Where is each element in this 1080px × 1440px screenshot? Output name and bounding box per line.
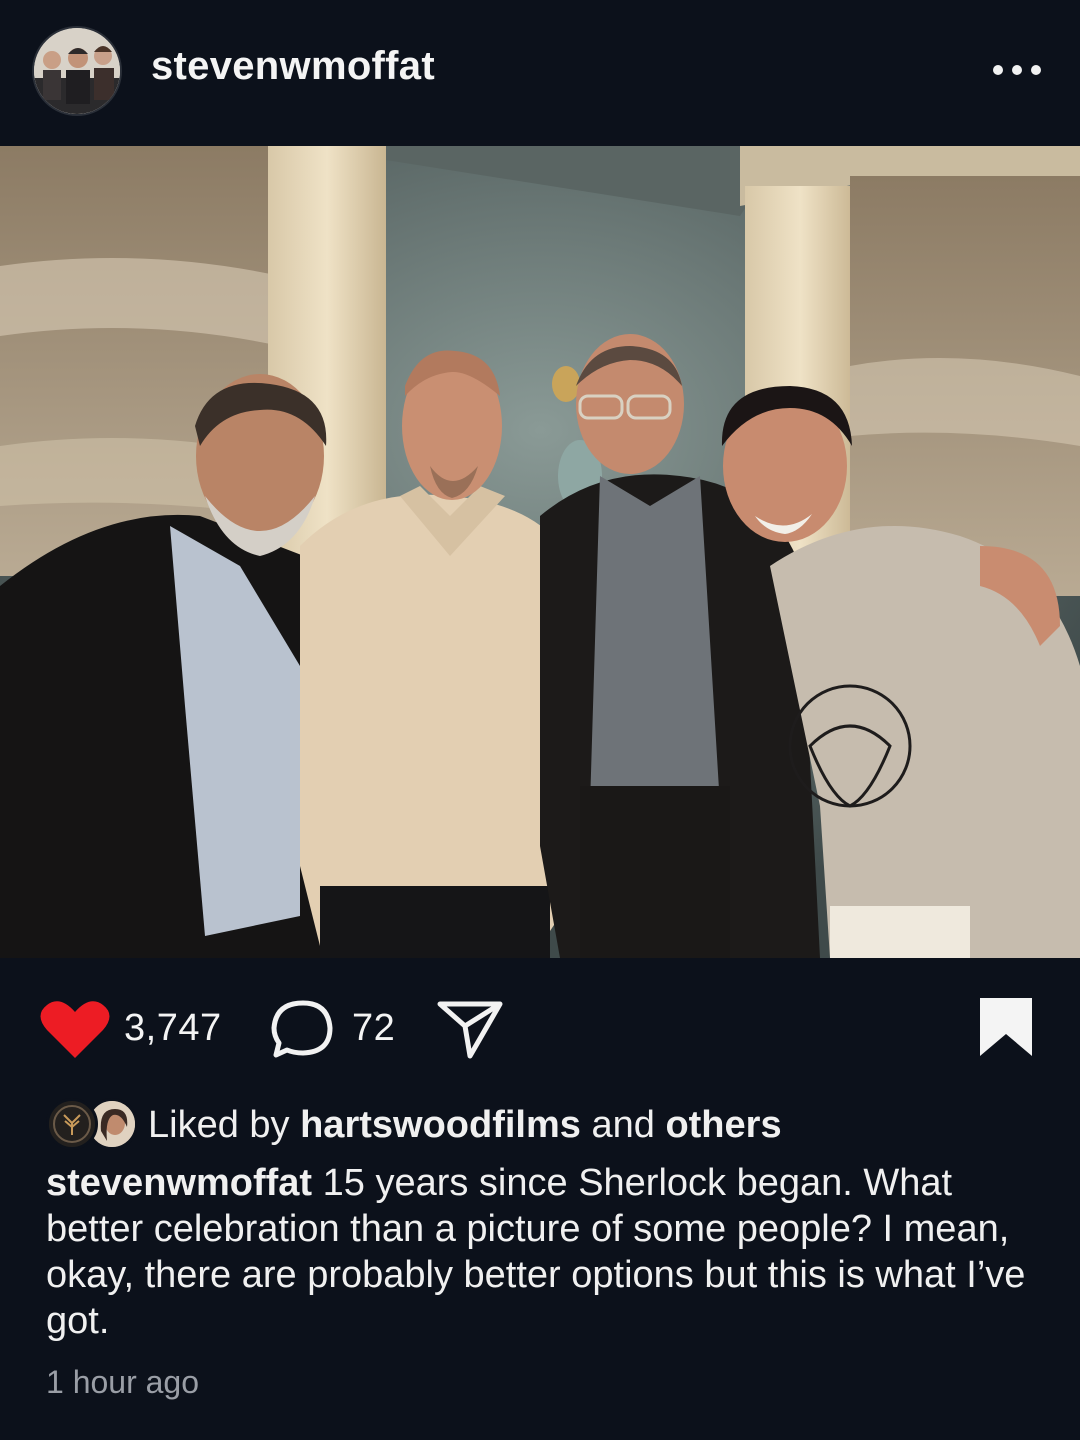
photo-image bbox=[0, 146, 1080, 958]
bookmark-icon[interactable] bbox=[978, 996, 1034, 1060]
liked-by-row: Liked by hartswoodfilms and others bbox=[46, 1096, 1046, 1156]
share-icon[interactable] bbox=[436, 998, 504, 1060]
comment-icon[interactable] bbox=[270, 998, 336, 1060]
heart-icon[interactable] bbox=[40, 998, 110, 1060]
caption-username[interactable]: stevenwmoffat bbox=[46, 1162, 312, 1204]
post-timestamp: 1 hour ago bbox=[46, 1364, 200, 1400]
post-username[interactable]: stevenwmoffat bbox=[151, 44, 435, 89]
liked-by-text: Liked by hartswoodfilms and others bbox=[148, 1104, 782, 1147]
liker-avatar-1[interactable] bbox=[46, 1098, 98, 1150]
profile-avatar[interactable] bbox=[32, 26, 122, 116]
post-action-bar: 3,747 72 bbox=[0, 958, 1080, 1088]
avatar-image bbox=[34, 28, 120, 114]
post-caption: stevenwmoffat 15 years since Sherlock be… bbox=[46, 1160, 1046, 1344]
liked-by-others[interactable]: others bbox=[665, 1104, 781, 1146]
post-photo[interactable] bbox=[0, 146, 1080, 958]
liked-by-prefix: Liked by bbox=[148, 1104, 301, 1146]
liked-by-user[interactable]: hartswoodfilms bbox=[300, 1104, 581, 1146]
comments-count[interactable]: 72 bbox=[352, 1007, 395, 1050]
post-header: stevenwmoffat bbox=[0, 0, 1080, 146]
more-dots-icon[interactable] bbox=[988, 50, 1048, 90]
likes-count[interactable]: 3,747 bbox=[124, 1007, 222, 1050]
liked-by-joiner: and bbox=[580, 1104, 666, 1146]
